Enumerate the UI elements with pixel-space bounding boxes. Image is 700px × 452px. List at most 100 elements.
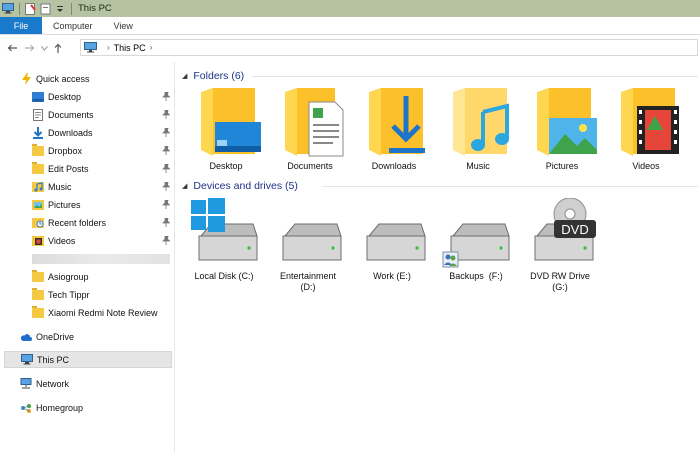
desktop-icon: [32, 91, 44, 102]
drive-tile-d[interactable]: Entertainment (D:): [266, 198, 350, 293]
folder-label: Videos: [632, 161, 660, 171]
folder-tile-desktop[interactable]: Desktop: [184, 86, 268, 172]
folder-tile-documents[interactable]: Documents: [268, 86, 352, 172]
window-title: This PC: [78, 3, 112, 14]
this-pc-icon: [84, 42, 97, 53]
this-pc-icon[interactable]: [2, 3, 14, 15]
customize-toolbar-icon[interactable]: [54, 3, 66, 15]
nav-item-asiogroup[interactable]: Asiogroup: [32, 268, 172, 285]
divider: [322, 186, 698, 187]
this-pc-icon: [21, 354, 33, 365]
drive-tile-e[interactable]: Work (E:): [350, 198, 434, 282]
nav-item-dropbox[interactable]: Dropbox: [32, 142, 172, 159]
quick-access-toolbar: [0, 0, 69, 17]
breadcrumb-chevron-icon[interactable]: ›: [150, 43, 153, 52]
nav-label: Xiaomi Redmi Note Review: [48, 307, 158, 318]
pin-icon[interactable]: [162, 218, 170, 227]
nav-homegroup[interactable]: Homegroup: [20, 399, 170, 416]
folder-tile-pictures[interactable]: Pictures: [520, 86, 604, 172]
nav-label: OneDrive: [36, 331, 75, 342]
nav-label: Documents: [48, 109, 94, 120]
lightning-icon: [20, 72, 32, 85]
videos-icon: [32, 235, 44, 246]
pin-icon[interactable]: [162, 236, 170, 245]
nav-item-recent-folders[interactable]: Recent folders: [32, 214, 172, 231]
toolbar-divider: [19, 2, 20, 15]
folder-label: Documents: [287, 161, 333, 171]
back-arrow-icon[interactable]: [6, 41, 18, 55]
drive-tile-g[interactable]: DVD DVD RW Drive (G:): [518, 198, 602, 293]
nav-label: Videos: [48, 235, 76, 246]
drive-label-line1: Entertainment: [279, 271, 337, 281]
music-folder-icon: [453, 88, 509, 156]
nav-label: Desktop: [48, 91, 82, 102]
nav-label: Quick access: [36, 73, 90, 84]
nav-label: Dropbox: [48, 145, 83, 156]
network-icon: [20, 378, 32, 389]
collapse-caret-icon[interactable]: ◢: [182, 182, 187, 190]
nav-item-downloads[interactable]: Downloads: [32, 124, 172, 141]
hard-drive-icon: [366, 223, 426, 261]
nav-label: Pictures: [48, 199, 81, 210]
nav-label: Network: [36, 378, 70, 389]
recent-locations-chevron-icon[interactable]: [40, 41, 48, 55]
tab-computer[interactable]: Computer: [42, 17, 104, 34]
nav-item-music[interactable]: Music: [32, 178, 172, 195]
new-folder-icon[interactable]: [39, 3, 51, 15]
nav-item-xiaomi-redmi-note-review[interactable]: Xiaomi Redmi Note Review: [32, 304, 172, 321]
forward-arrow-icon[interactable]: [24, 41, 36, 55]
breadcrumb-this-pc[interactable]: This PC: [114, 43, 146, 53]
ribbon-tabs: File Computer View: [0, 17, 700, 35]
redacted-item: [32, 254, 170, 264]
nav-label: Downloads: [48, 127, 93, 138]
group-title: Folders (6): [193, 70, 245, 82]
pin-icon[interactable]: [162, 92, 170, 101]
tab-file[interactable]: File: [0, 17, 42, 34]
up-arrow-icon[interactable]: [52, 41, 64, 55]
pin-icon[interactable]: [162, 200, 170, 209]
nav-item-documents[interactable]: Documents: [32, 106, 172, 123]
nav-onedrive[interactable]: OneDrive: [20, 328, 170, 345]
pin-icon[interactable]: [162, 146, 170, 155]
nav-item-videos[interactable]: Videos: [32, 232, 172, 249]
windows-drive-icon: [191, 198, 258, 261]
pin-icon[interactable]: [162, 110, 170, 119]
pin-icon[interactable]: [162, 128, 170, 137]
nav-item-tech-tippr[interactable]: Tech Tippr: [32, 286, 172, 303]
dvd-drive-icon: DVD: [534, 198, 596, 261]
desktop-folder-icon: [201, 88, 261, 156]
nav-item-pictures[interactable]: Pictures: [32, 196, 172, 213]
properties-icon[interactable]: [24, 2, 36, 15]
nav-quick-access[interactable]: Quick access: [20, 70, 170, 87]
folder-icon: [32, 269, 44, 282]
breadcrumb-chevron-icon[interactable]: ›: [107, 43, 110, 52]
nav-label: Asiogroup: [48, 271, 89, 282]
folder-icon: [32, 287, 44, 300]
address-bar[interactable]: › This PC ›: [80, 39, 698, 56]
music-icon: [32, 181, 44, 192]
pin-icon[interactable]: [162, 182, 170, 191]
nav-network[interactable]: Network: [20, 375, 170, 392]
nav-item-edit-posts[interactable]: Edit Posts: [32, 160, 172, 177]
nav-this-pc[interactable]: This PC: [4, 351, 172, 368]
pin-icon[interactable]: [162, 164, 170, 173]
folder-label: Music: [466, 161, 490, 171]
folder-tile-videos[interactable]: Videos: [604, 86, 688, 172]
folder-tile-downloads[interactable]: Downloads: [352, 86, 436, 172]
nav-item-desktop[interactable]: Desktop: [32, 88, 172, 105]
collapse-caret-icon[interactable]: ◢: [182, 72, 187, 80]
drive-label: Work (E:): [373, 271, 411, 281]
drive-tile-f[interactable]: Backups (F:): [434, 198, 518, 282]
nav-label: Recent folders: [48, 217, 107, 228]
group-header-folders[interactable]: ◢ Folders (6): [182, 69, 698, 83]
folder-label: Pictures: [545, 161, 579, 171]
folder-label: Desktop: [209, 161, 243, 171]
nav-label: Music: [48, 181, 72, 192]
cloud-icon: [20, 331, 32, 342]
hard-drive-icon: [282, 223, 342, 261]
group-header-devices[interactable]: ◢ Devices and drives (5): [182, 179, 698, 193]
downloads-folder-icon: [369, 88, 425, 156]
drive-tile-c[interactable]: Local Disk (C:): [182, 198, 266, 282]
tab-view[interactable]: View: [104, 17, 144, 34]
folder-tile-music[interactable]: Music: [436, 86, 520, 172]
